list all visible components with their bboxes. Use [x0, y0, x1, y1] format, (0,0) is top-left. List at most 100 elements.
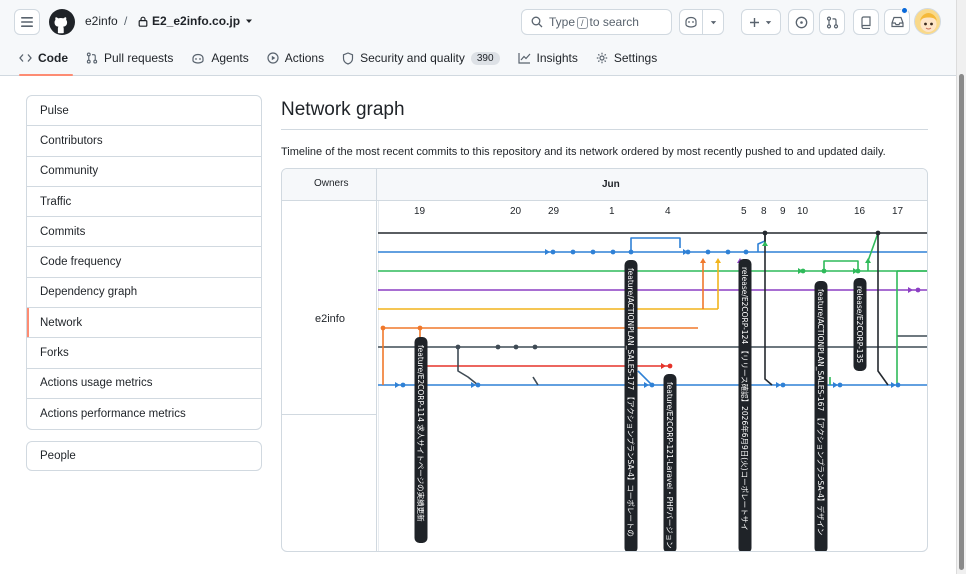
shield-icon: [342, 51, 354, 65]
tab-label: Settings: [613, 51, 658, 65]
tab-code[interactable]: Code: [10, 46, 77, 76]
sidebar-item-people[interactable]: People: [26, 441, 262, 471]
copilot-button[interactable]: [680, 10, 704, 34]
create-new-button[interactable]: [741, 9, 781, 35]
owners-column: [282, 169, 377, 551]
sidebar-item-dependency-graph[interactable]: Dependency graph: [27, 278, 261, 309]
commit-dot: [590, 249, 596, 255]
issue-opened-icon: [795, 16, 807, 28]
caret-down-icon: [765, 20, 772, 24]
commit-dot: [821, 268, 827, 274]
caret-down-icon: [246, 19, 253, 23]
scrollbar-thumb[interactable]: [959, 74, 964, 570]
commit-dot: [762, 230, 768, 236]
sidebar-item-community[interactable]: Community: [27, 157, 261, 187]
menu-button[interactable]: [14, 9, 40, 35]
tab-agents[interactable]: Agents: [182, 46, 257, 70]
commit-dot: [455, 344, 461, 350]
caret-down-icon: [710, 20, 716, 24]
owners-header: Owners: [314, 178, 349, 189]
page-description: Timeline of the most recent commits to t…: [281, 146, 886, 158]
branch-label[interactable]: feature/ACTIONPLAN_SALES-167 【アクションプランSA…: [816, 289, 826, 535]
commit-dot: [570, 249, 576, 255]
branch-label[interactable]: release/E2CORP-124 【リリース確認】2026年6月9日(火)コ…: [740, 267, 750, 531]
tab-security[interactable]: Security and quality 390: [333, 46, 508, 70]
code-icon: [19, 54, 32, 62]
commit-dot: [725, 249, 731, 255]
sidebar-item-contributors[interactable]: Contributors: [27, 126, 261, 157]
copilot-menu-button[interactable]: [703, 10, 723, 34]
commit-dot: [532, 344, 538, 350]
search-input[interactable]: Type / to search: [521, 9, 672, 35]
commit-dot: [667, 363, 673, 369]
tab-settings[interactable]: Settings: [587, 46, 666, 70]
sidebar-item-traffic[interactable]: Traffic: [27, 187, 261, 218]
search-shortcut-key: /: [577, 17, 588, 29]
branch-connector: [877, 233, 889, 386]
branch-connector: [757, 240, 766, 252]
tab-label: Actions: [284, 51, 325, 65]
vertical-scrollbar[interactable]: [956, 0, 966, 574]
tab-actions[interactable]: Actions: [258, 46, 333, 70]
repo-icon: [861, 15, 871, 29]
breadcrumb-separator: /: [124, 14, 128, 28]
commit-dot: [915, 287, 921, 293]
commit-dot: [475, 382, 481, 388]
branch-label[interactable]: feature/ACTIONPLAN_SALES-177 【アクションプランSA…: [626, 268, 635, 537]
tab-label: Security and quality: [360, 51, 465, 65]
commit-dot: [417, 325, 423, 331]
sidebar-item-network[interactable]: Network: [27, 308, 261, 339]
plus-icon: [750, 17, 759, 27]
sidebar-item-code-frequency[interactable]: Code frequency: [27, 247, 261, 278]
notification-dot: [901, 7, 908, 14]
branch-label[interactable]: release/E2CORP-135: [855, 286, 864, 363]
branch-connector: [823, 260, 859, 271]
merge-arrow: [833, 382, 838, 388]
commit-dot: [705, 249, 711, 255]
network-graph-canvas[interactable]: feature/E2CORP-114 求人サイトページの実績更新 feature/…: [378, 201, 928, 552]
month-label: Jun: [602, 179, 620, 190]
search-icon: [531, 16, 543, 28]
merge-arrow: [715, 258, 721, 263]
user-avatar[interactable]: [914, 8, 941, 35]
tab-label: Insights: [536, 51, 578, 65]
commit-dot: [610, 249, 616, 255]
merge-arrow: [644, 382, 649, 388]
sidebar-item-actions-usage-metrics[interactable]: Actions usage metrics: [27, 369, 261, 399]
breadcrumb-repo[interactable]: E2_e2info.co.jp: [138, 14, 254, 28]
breadcrumb-owner[interactable]: e2info: [85, 14, 118, 28]
network-graph[interactable]: Owners Jun e2info 19 20 29 1 4 5 8 9 10 …: [281, 168, 928, 552]
tab-label: Pull requests: [104, 51, 174, 65]
branch-connector: [764, 233, 773, 386]
commit-dot: [628, 249, 634, 255]
github-logo-icon[interactable]: [49, 9, 75, 35]
pull-requests-button[interactable]: [819, 9, 845, 35]
sidebar-item-commits[interactable]: Commits: [27, 217, 261, 248]
git-pull-request-icon: [826, 15, 838, 28]
sidebar-item-forks[interactable]: Forks: [27, 338, 261, 369]
commit-dot: [513, 344, 519, 350]
issues-button[interactable]: [788, 9, 814, 35]
sidebar-item-actions-performance-metrics[interactable]: Actions performance metrics: [27, 399, 261, 429]
commit-dot: [400, 382, 406, 388]
hamburger-icon: [21, 17, 33, 27]
merge-arrow: [661, 363, 666, 369]
tab-pull-requests[interactable]: Pull requests: [77, 46, 182, 70]
repositories-button[interactable]: [853, 9, 879, 35]
title-divider: [281, 129, 928, 130]
avatar-face-icon: [915, 9, 940, 34]
branch-connector: [532, 376, 539, 386]
copilot-icon: [685, 16, 697, 28]
branch-connector: [630, 237, 681, 252]
merge-arrow: [395, 382, 400, 388]
security-alert-count: 390: [470, 51, 500, 65]
owner-label[interactable]: e2info: [315, 313, 345, 325]
commit-dot: [495, 344, 501, 350]
merge-arrow: [865, 258, 871, 263]
tab-insights[interactable]: Insights: [509, 46, 587, 70]
sidebar-item-pulse[interactable]: Pulse: [27, 96, 261, 127]
branch-label[interactable]: feature/E2CORP-121-Laravel・PHPバージョン: [665, 382, 674, 549]
commit-dot: [780, 382, 786, 388]
merge-arrow: [891, 382, 896, 388]
branch-label[interactable]: feature/E2CORP-114 求人サイトページの実績更新: [416, 345, 426, 522]
